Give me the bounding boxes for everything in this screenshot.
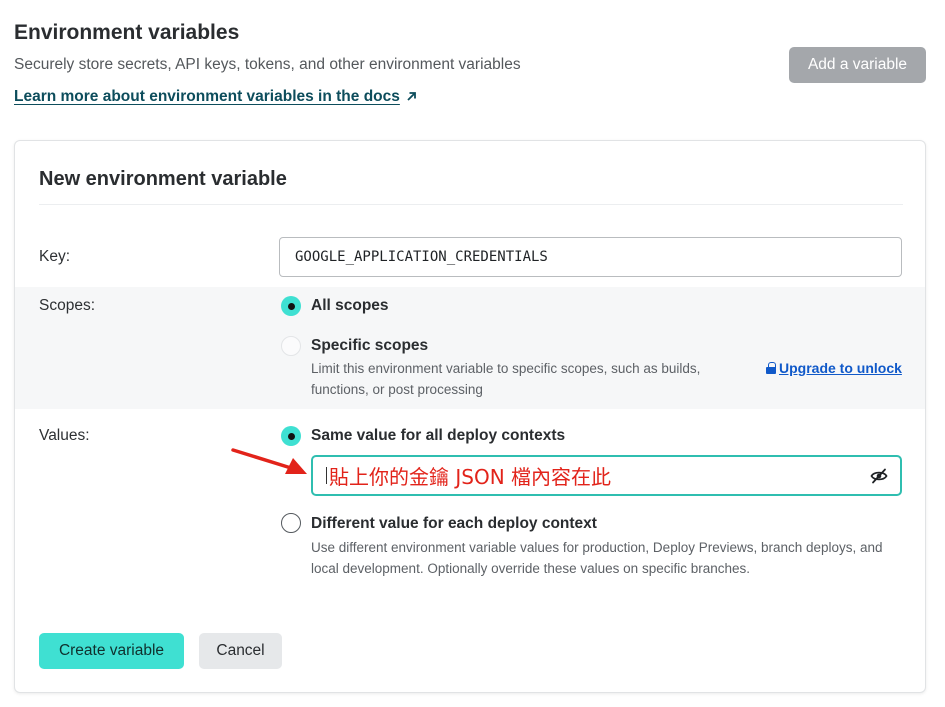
create-variable-button[interactable]: Create variable [39, 633, 184, 669]
radio-specific-scopes-label[interactable]: Specific scopes [311, 337, 428, 355]
eye-slash-icon[interactable] [870, 468, 888, 484]
page-title: Environment variables [14, 21, 240, 44]
radio-specific-scopes[interactable] [281, 336, 301, 356]
radio-all-scopes[interactable] [281, 296, 301, 316]
cancel-button[interactable]: Cancel [199, 633, 282, 669]
specific-scopes-description: Limit this environment variable to speci… [311, 361, 701, 397]
docs-link-label: Learn more about environment variables i… [14, 88, 400, 105]
value-placeholder: 貼上你的金鑰 JSON 檔內容在此 [329, 465, 612, 489]
upgrade-link-label: Upgrade to unlock [779, 360, 902, 376]
add-variable-button[interactable]: Add a variable [789, 47, 926, 83]
lock-icon [766, 362, 776, 374]
radio-different-value-label[interactable]: Different value for each deploy context [311, 515, 597, 533]
card-divider [39, 204, 903, 205]
annotation-arrow [231, 448, 307, 474]
radio-different-value[interactable] [281, 513, 301, 533]
scopes-label: Scopes: [39, 297, 96, 314]
upgrade-link[interactable]: Upgrade to unlock [766, 360, 902, 376]
radio-same-value[interactable] [281, 426, 301, 446]
external-arrow-icon [406, 89, 417, 105]
page-subtitle: Securely store secrets, API keys, tokens… [14, 56, 521, 73]
value-input[interactable]: 貼上你的金鑰 JSON 檔內容在此 [311, 455, 902, 496]
values-label: Values: [39, 427, 90, 444]
text-caret [326, 467, 327, 484]
key-label: Key: [39, 248, 71, 265]
radio-same-value-label[interactable]: Same value for all deploy contexts [311, 427, 565, 445]
radio-all-scopes-label[interactable]: All scopes [311, 297, 389, 315]
different-value-description: Use different environment variable value… [311, 540, 883, 576]
key-input[interactable]: GOOGLE_APPLICATION_CREDENTIALS [279, 237, 902, 277]
card-title: New environment variable [39, 168, 287, 190]
docs-link[interactable]: Learn more about environment variables i… [14, 88, 417, 106]
new-variable-card: New environment variable Key: GOOGLE_APP… [14, 140, 926, 693]
